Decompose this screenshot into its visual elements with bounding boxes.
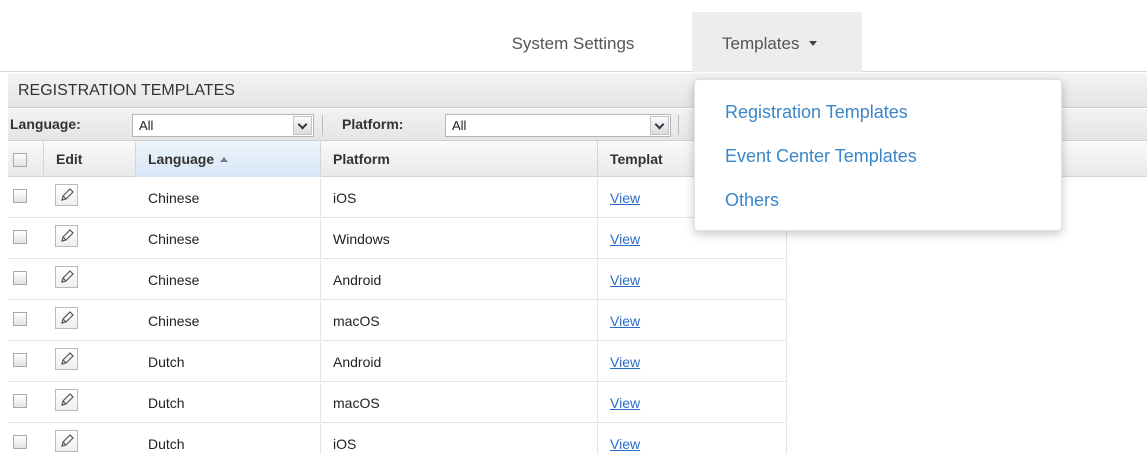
row-checkbox[interactable] <box>13 394 27 408</box>
table-row: Chinese iOS View <box>8 178 787 218</box>
cell-language: Dutch <box>136 424 321 454</box>
view-template-link[interactable]: View <box>610 354 640 370</box>
select-all-cell <box>8 141 44 177</box>
cell-platform: iOS <box>321 178 598 218</box>
chevron-down-icon[interactable] <box>293 116 312 135</box>
cell-language: Chinese <box>136 260 321 300</box>
table-row: Dutch iOS View <box>8 424 787 454</box>
cell-language: Dutch <box>136 342 321 382</box>
cell-platform: Android <box>321 342 598 382</box>
pencil-icon[interactable] <box>55 389 78 411</box>
view-template-link[interactable]: View <box>610 272 640 288</box>
header-edit: Edit <box>44 141 136 177</box>
table-row: Chinese macOS View <box>8 301 787 341</box>
templates-dropdown-menu: Registration Templates Event Center Temp… <box>694 79 1062 231</box>
menu-item-others[interactable]: Others <box>725 190 779 211</box>
sort-ascending-icon <box>220 157 229 162</box>
cell-platform: iOS <box>321 424 598 454</box>
pencil-icon[interactable] <box>55 184 78 206</box>
header-language-label: Language <box>148 151 215 167</box>
table-row: Dutch Android View <box>8 342 787 382</box>
table-row: Dutch macOS View <box>8 383 787 423</box>
select-all-checkbox[interactable] <box>13 153 27 167</box>
pencil-icon[interactable] <box>55 266 78 288</box>
row-checkbox[interactable] <box>13 353 27 367</box>
row-checkbox[interactable] <box>13 312 27 326</box>
platform-filter-label: Platform: <box>342 116 404 132</box>
table-row: Chinese Windows View <box>8 219 787 259</box>
pencil-icon[interactable] <box>55 307 78 329</box>
filter-divider <box>322 115 323 135</box>
platform-filter-select[interactable]: All <box>445 114 671 137</box>
pencil-icon[interactable] <box>55 430 78 452</box>
language-filter-label: Language: <box>10 116 81 132</box>
pencil-icon[interactable] <box>55 225 78 247</box>
view-template-link[interactable]: View <box>610 395 640 411</box>
pencil-icon[interactable] <box>55 348 78 370</box>
language-filter-select[interactable]: All <box>132 114 314 137</box>
row-checkbox[interactable] <box>13 230 27 244</box>
row-checkbox[interactable] <box>13 435 27 449</box>
cell-language: Chinese <box>136 219 321 259</box>
view-template-link[interactable]: View <box>610 436 640 452</box>
row-checkbox[interactable] <box>13 189 27 203</box>
filter-divider <box>678 115 679 135</box>
menu-item-registration-templates[interactable]: Registration Templates <box>725 102 908 123</box>
header-language[interactable]: Language <box>136 141 321 177</box>
cell-platform: macOS <box>321 301 598 341</box>
view-template-link[interactable]: View <box>610 190 640 206</box>
cell-platform: macOS <box>321 383 598 423</box>
cell-language: Chinese <box>136 301 321 341</box>
table-row: Chinese Android View <box>8 260 787 300</box>
platform-filter-value: All <box>452 118 467 133</box>
language-filter-value: All <box>139 118 154 133</box>
menu-item-event-center-templates[interactable]: Event Center Templates <box>725 146 917 167</box>
view-template-link[interactable]: View <box>610 313 640 329</box>
nav-templates-label: Templates <box>722 34 800 53</box>
caret-down-icon <box>809 41 818 46</box>
nav-system-settings[interactable]: System Settings <box>462 12 684 72</box>
cell-platform: Android <box>321 260 598 300</box>
cell-language: Chinese <box>136 178 321 218</box>
view-template-link[interactable]: View <box>610 231 640 247</box>
cell-platform: Windows <box>321 219 598 259</box>
chevron-down-icon[interactable] <box>650 116 669 135</box>
row-checkbox[interactable] <box>13 271 27 285</box>
nav-templates[interactable]: Templates <box>692 12 862 72</box>
top-navigation: System Settings Templates <box>0 0 1147 72</box>
cell-language: Dutch <box>136 383 321 423</box>
header-platform[interactable]: Platform <box>321 141 598 177</box>
